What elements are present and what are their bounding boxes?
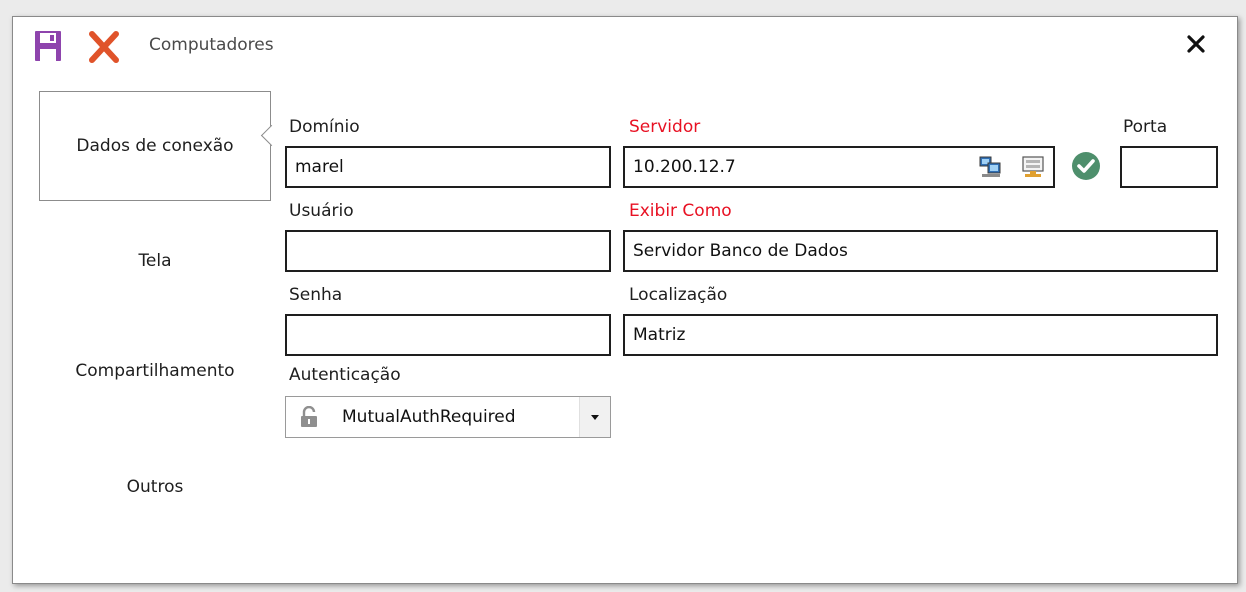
porta-label: Porta — [1123, 117, 1168, 137]
servidor-label: Servidor — [629, 117, 701, 137]
localizacao-field[interactable]: Matriz — [623, 314, 1218, 356]
autenticacao-select[interactable]: MutualAuthRequired — [285, 396, 611, 438]
nav-item-tela[interactable]: Tela — [39, 251, 271, 271]
cancel-button[interactable] — [87, 30, 121, 64]
exibir-como-field[interactable]: Servidor Banco de Dados — [623, 230, 1218, 272]
dominio-field[interactable]: marel — [285, 146, 611, 188]
localizacao-label: Localização — [629, 285, 728, 305]
senha-field[interactable] — [285, 314, 611, 356]
autenticacao-label: Autenticação — [289, 365, 401, 385]
network-computers-icon[interactable] — [979, 156, 1003, 178]
nav-item-compartilhamento[interactable]: Compartilhamento — [39, 361, 271, 381]
senha-label: Senha — [289, 285, 343, 305]
computadores-dialog: Computadores Dados de conexão Tela Compa… — [12, 16, 1238, 584]
usuario-field[interactable] — [285, 230, 611, 272]
dominio-label: Domínio — [289, 117, 360, 137]
nav-item-label: Dados de conexão — [76, 136, 234, 156]
exibir-como-label: Exibir Como — [629, 201, 732, 221]
porta-field[interactable] — [1120, 146, 1218, 188]
remote-desktop-icon[interactable] — [1021, 156, 1045, 178]
lock-icon — [301, 406, 317, 427]
window-title: Computadores — [149, 35, 274, 55]
close-button[interactable] — [1181, 29, 1211, 59]
nav-item-outros[interactable]: Outros — [39, 477, 271, 497]
nav-item-dados-de-conexao[interactable]: Dados de conexão — [39, 91, 283, 201]
servidor-value: 10.200.12.7 — [633, 157, 736, 177]
save-button[interactable] — [33, 29, 63, 63]
check-circle-icon — [1070, 150, 1102, 182]
save-icon — [35, 31, 61, 61]
usuario-label: Usuário — [289, 201, 354, 221]
cancel-icon — [89, 31, 119, 63]
autenticacao-value: MutualAuthRequired — [342, 407, 516, 427]
close-icon — [1187, 35, 1205, 53]
chevron-down-icon[interactable] — [579, 397, 610, 437]
